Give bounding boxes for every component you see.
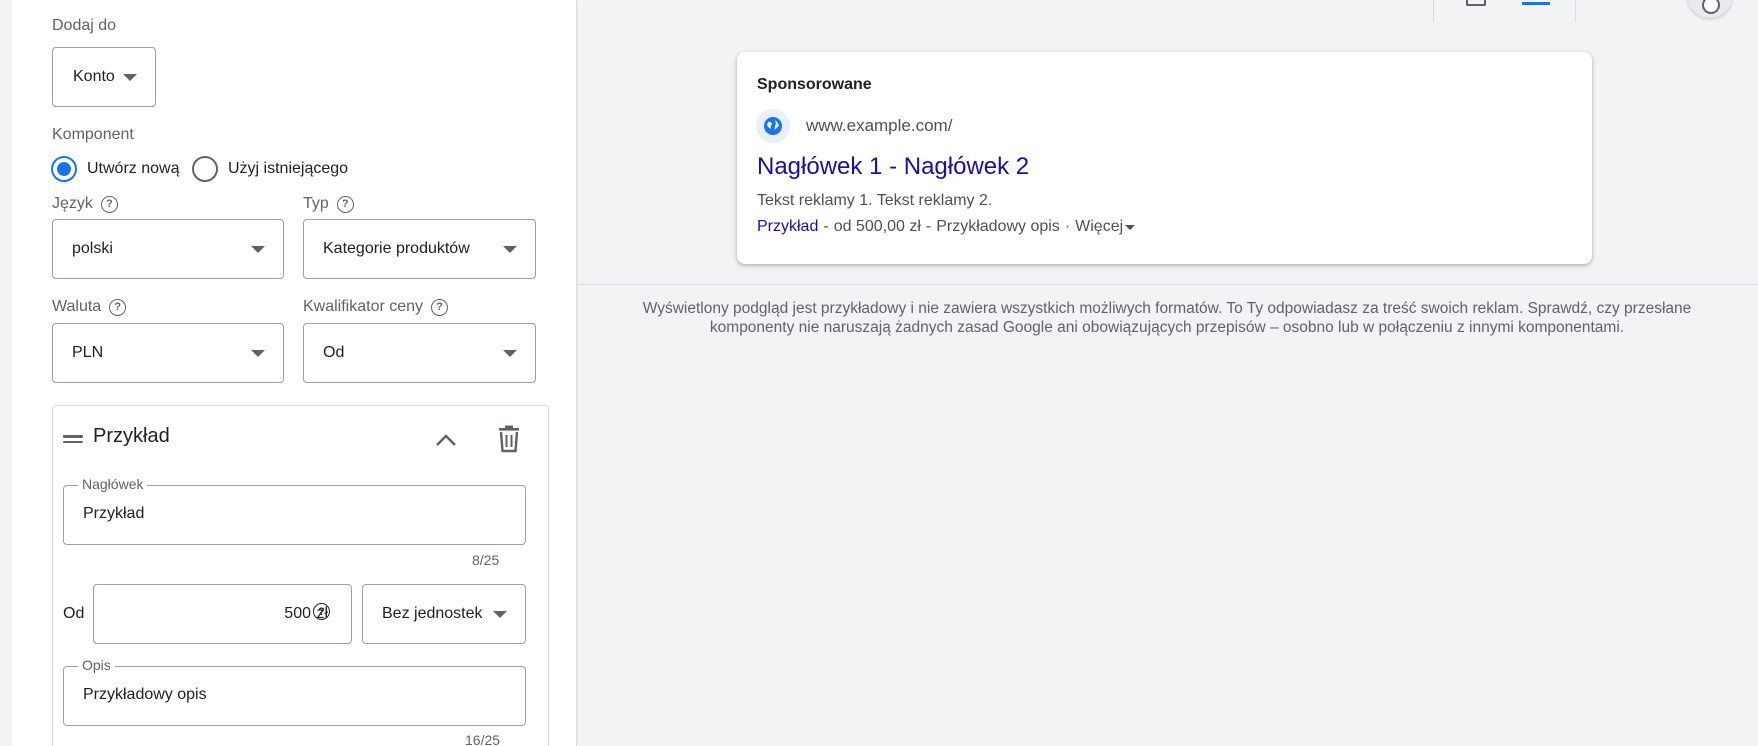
price-value: 500 xyxy=(284,605,311,622)
item-card: Przykład Nagłówek Przykład 8/25 Od 500 z… xyxy=(52,405,549,746)
radio-unchecked-icon xyxy=(192,156,218,182)
ad-preview-card: Sponsorowane www.example.com/ Nagłówek 1… xyxy=(737,52,1592,264)
description-counter: 16/25 xyxy=(465,732,501,746)
globe-icon xyxy=(756,109,790,143)
item-title: Przykład xyxy=(93,425,170,447)
language-select[interactable]: polski xyxy=(52,219,284,279)
price-qualifier-select[interactable]: Od xyxy=(303,323,536,383)
separator: - xyxy=(823,218,829,235)
caret-down-icon xyxy=(1125,224,1136,230)
preview-divider xyxy=(578,284,1758,285)
chevron-down-icon xyxy=(123,74,137,81)
radio-checked-icon xyxy=(51,156,77,182)
chevron-down-icon xyxy=(251,246,265,253)
help-icon[interactable]: ? xyxy=(431,298,449,316)
price-item-link[interactable]: Przykład xyxy=(757,218,818,236)
display-url: www.example.com/ xyxy=(806,116,953,135)
price-qualifier-label: Kwalifikator ceny ? xyxy=(303,298,449,316)
ad-headline-link[interactable]: Nagłówek 1 - Nagłówek 2 xyxy=(757,153,1029,181)
description-field-label: Opis xyxy=(78,657,115,673)
headline-counter: 8/25 xyxy=(472,552,500,568)
preview-disclaimer: Wyświetlony podgląd jest przykładowy i n… xyxy=(642,300,1692,336)
headline-value: Przykład xyxy=(83,505,145,522)
drag-handle-icon[interactable] xyxy=(63,435,83,444)
chevron-down-icon xyxy=(503,246,517,253)
language-label: Język ? xyxy=(52,195,118,213)
toolbar-divider xyxy=(1433,0,1434,22)
root: Dodaj do Konto Komponent Utwórz nową Uży… xyxy=(0,0,1758,746)
price-input[interactable]: 500 zł ? xyxy=(93,584,352,644)
help-icon[interactable]: ? xyxy=(313,603,330,620)
chevron-down-icon xyxy=(251,350,265,357)
headline-field[interactable]: Nagłówek Przykład xyxy=(63,476,526,545)
component-label: Komponent xyxy=(52,126,134,143)
price-text: od 500,00 zł xyxy=(833,218,921,235)
dot-separator: · xyxy=(1064,218,1071,235)
price-extension-row: Przykład - od 500,00 zł - Przykładowy op… xyxy=(757,218,1136,236)
more-button[interactable]: Więcej xyxy=(1075,218,1136,236)
headline-field-label: Nagłówek xyxy=(78,476,148,492)
type-label: Typ ? xyxy=(303,195,354,213)
radio-create-new[interactable]: Utwórz nową xyxy=(51,156,179,182)
price-desc: Przykładowy opis xyxy=(936,218,1060,235)
toolbar-divider xyxy=(1575,0,1576,22)
separator: - xyxy=(925,218,932,235)
add-to-value: Konto xyxy=(73,68,115,85)
chevron-down-icon xyxy=(503,350,517,357)
currency-label: Waluta ? xyxy=(52,298,127,316)
chevron-up-icon[interactable] xyxy=(434,428,458,452)
asset-form-panel: Dodaj do Konto Komponent Utwórz nową Uży… xyxy=(12,0,577,746)
more-label: Więcej xyxy=(1075,218,1124,235)
desktop-preview-tab-indicator[interactable] xyxy=(1522,2,1550,5)
add-to-select[interactable]: Konto xyxy=(52,47,156,107)
sponsored-label: Sponsorowane xyxy=(757,76,872,93)
add-to-label: Dodaj do xyxy=(52,17,117,34)
help-icon[interactable]: ? xyxy=(100,195,118,213)
type-select[interactable]: Kategorie produktów xyxy=(303,219,536,279)
description-value: Przykładowy opis xyxy=(83,686,207,703)
help-icon[interactable]: ? xyxy=(336,195,354,213)
mobile-preview-icon[interactable] xyxy=(1466,0,1486,6)
help-icon[interactable]: ? xyxy=(109,298,127,316)
price-label: Od xyxy=(63,605,85,622)
unit-select[interactable]: Bez jednostek xyxy=(362,584,526,644)
ad-text: Tekst reklamy 1. Tekst reklamy 2. xyxy=(757,192,993,209)
chevron-down-icon xyxy=(493,611,507,618)
delete-icon[interactable] xyxy=(497,425,521,453)
description-field[interactable]: Opis Przykładowy opis xyxy=(63,657,526,726)
currency-select[interactable]: PLN xyxy=(52,323,284,383)
radio-use-existing[interactable]: Użyj istniejącego xyxy=(192,156,348,182)
